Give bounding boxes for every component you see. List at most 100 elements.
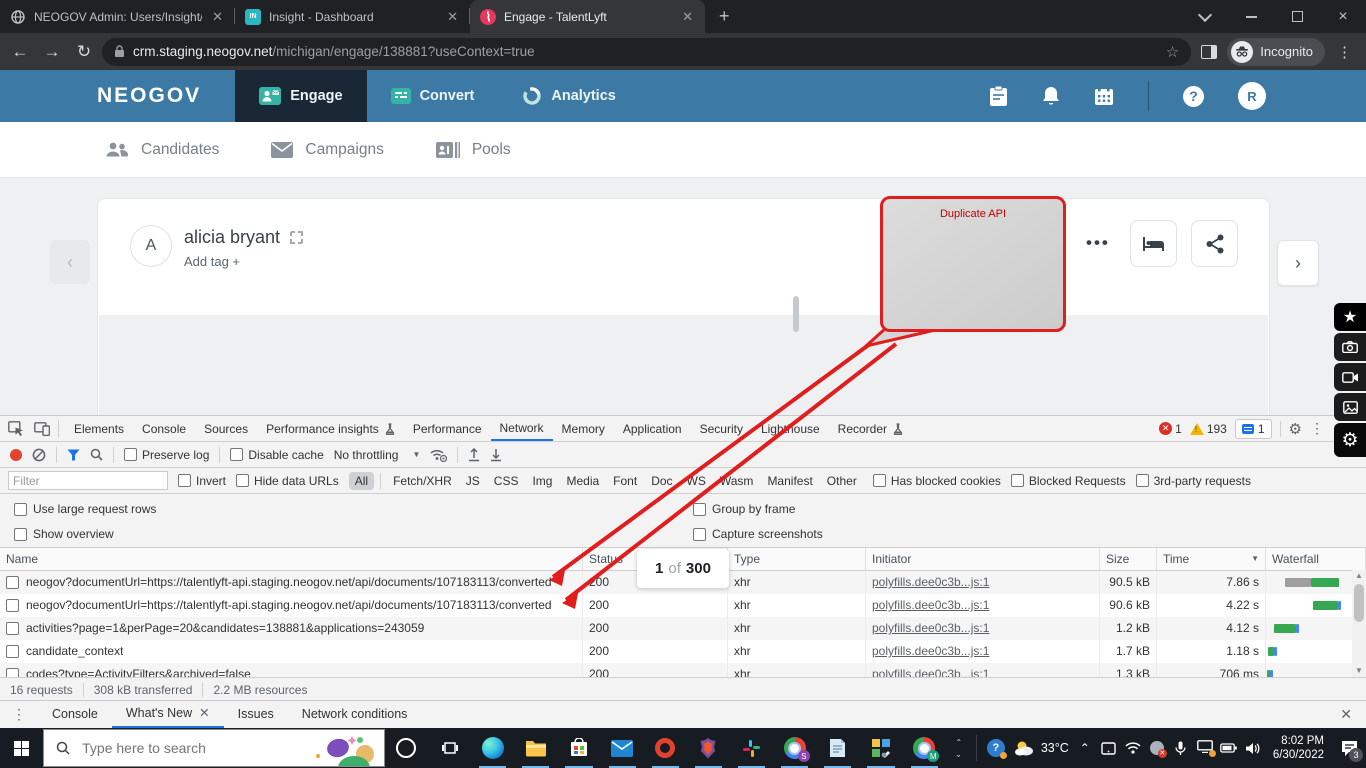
browser-tab-neogov-admin[interactable]: NEOGOV Admin: Users/Insight/P ✕ bbox=[0, 0, 235, 33]
blocked-requests-option[interactable]: Blocked Requests bbox=[1011, 474, 1126, 488]
new-tab-button[interactable]: + bbox=[705, 6, 744, 27]
camera-icon[interactable] bbox=[1334, 333, 1366, 361]
page-scrollbar-thumb[interactable] bbox=[793, 296, 799, 332]
type-filter-manifest[interactable]: Manifest bbox=[761, 472, 818, 490]
file-explorer-icon[interactable] bbox=[514, 728, 557, 768]
reload-button[interactable]: ↻ bbox=[70, 38, 98, 66]
network-request-row[interactable]: codes?type=ActivityFilters&archived=fals… bbox=[0, 663, 1366, 677]
issues-badge[interactable]: 1 bbox=[1235, 419, 1272, 439]
request-name[interactable]: activities?page=1&perPage=20&candidates=… bbox=[26, 617, 424, 640]
notepad-icon[interactable] bbox=[816, 728, 859, 768]
type-filter-font[interactable]: Font bbox=[607, 472, 643, 490]
drawer-tab-whats-new[interactable]: What's New✕ bbox=[112, 701, 224, 728]
devtools-tab-lighthouse[interactable]: Lighthouse bbox=[752, 417, 829, 441]
subnav-pools[interactable]: Pools bbox=[436, 141, 511, 159]
third-party-requests-option[interactable]: 3rd-party requests bbox=[1136, 474, 1251, 488]
invert-option[interactable]: Invert bbox=[178, 474, 226, 488]
type-filter-fetch-xhr[interactable]: Fetch/XHR bbox=[387, 472, 458, 490]
subnav-campaigns[interactable]: Campaigns bbox=[271, 141, 383, 159]
drawer-tab-network-conditions[interactable]: Network conditions bbox=[288, 701, 422, 728]
scroll-down-icon[interactable]: ▼ bbox=[1352, 665, 1366, 677]
network-conditions-icon[interactable] bbox=[430, 448, 447, 462]
devtools-settings-icon[interactable]: ⚙ bbox=[1289, 420, 1302, 438]
tasks-clipboard-icon[interactable] bbox=[989, 86, 1008, 107]
request-initiator-link[interactable]: polyfills.dee0c3b...js:1 bbox=[872, 598, 989, 612]
nav-analytics[interactable]: Analytics bbox=[498, 70, 639, 122]
screenshot-settings-gear-icon[interactable]: ⚙ bbox=[1334, 423, 1366, 457]
devtools-tab-application[interactable]: Application bbox=[614, 417, 691, 441]
preserve-log-option[interactable]: Preserve log bbox=[124, 448, 209, 462]
request-name[interactable]: neogov?documentUrl=https://talentlyft-ap… bbox=[26, 571, 552, 594]
back-button[interactable]: ← bbox=[6, 38, 34, 66]
type-filter-other[interactable]: Other bbox=[821, 472, 863, 490]
network-request-row[interactable]: activities?page=1&perPage=20&candidates=… bbox=[0, 617, 1366, 640]
tab-close-icon[interactable]: ✕ bbox=[445, 9, 460, 25]
filter-funnel-icon[interactable] bbox=[67, 449, 80, 461]
browser-tab-engage[interactable]: Engage - TalentLyft ✕ bbox=[470, 0, 705, 33]
scrollbar-thumb[interactable] bbox=[1354, 584, 1364, 622]
group-by-frame-option[interactable]: Group by frame bbox=[693, 502, 795, 516]
throttling-select[interactable]: No throttling▼ bbox=[334, 448, 421, 462]
devtools-tab-performance-insights[interactable]: Performance insights bbox=[257, 417, 404, 441]
request-row-checkbox[interactable] bbox=[6, 599, 19, 612]
bookmark-star-icon[interactable]: ☆ bbox=[1166, 43, 1179, 61]
wifi-icon[interactable] bbox=[1121, 728, 1145, 768]
taskbar-search[interactable] bbox=[43, 729, 385, 767]
screenshot-app-icon[interactable]: ★ bbox=[1334, 303, 1366, 331]
devtools-tab-network[interactable]: Network bbox=[491, 417, 553, 441]
disable-cache-checkbox[interactable] bbox=[230, 448, 243, 461]
request-name[interactable]: neogov?documentUrl=https://talentlyft-ap… bbox=[26, 594, 552, 617]
request-name[interactable]: codes?type=ActivityFilters&archived=fals… bbox=[26, 663, 251, 677]
request-row-checkbox[interactable] bbox=[6, 645, 19, 658]
share-button[interactable] bbox=[1191, 220, 1238, 267]
network-request-row[interactable]: candidate_context200xhrpolyfills.dee0c3b… bbox=[0, 640, 1366, 663]
preserve-log-checkbox[interactable] bbox=[124, 448, 137, 461]
help-icon[interactable]: ? bbox=[1183, 86, 1204, 107]
network-request-row[interactable]: neogov?documentUrl=https://talentlyft-ap… bbox=[0, 594, 1366, 617]
has-blocked-cookies-option[interactable]: Has blocked cookies bbox=[873, 474, 1001, 488]
opera-icon[interactable] bbox=[644, 728, 687, 768]
task-view-icon[interactable] bbox=[428, 728, 471, 768]
search-network-icon[interactable] bbox=[90, 448, 103, 461]
type-filter-doc[interactable]: Doc bbox=[645, 472, 678, 490]
clear-network-log-icon[interactable] bbox=[32, 448, 46, 462]
video-record-icon[interactable] bbox=[1334, 363, 1366, 391]
movemaker-tools-icon[interactable] bbox=[859, 728, 902, 768]
cortana-icon[interactable] bbox=[385, 728, 428, 768]
slack-icon[interactable] bbox=[730, 728, 773, 768]
drawer-menu-icon[interactable]: ⋮ bbox=[0, 706, 38, 723]
get-help-icon[interactable]: ? bbox=[981, 728, 1011, 768]
console-errors-badge[interactable]: ✕1 bbox=[1159, 422, 1182, 436]
column-header-initiator[interactable]: Initiator bbox=[866, 548, 1100, 570]
interview-bed-button[interactable] bbox=[1130, 220, 1177, 267]
devtools-menu-icon[interactable]: ⋮ bbox=[1310, 420, 1324, 437]
edge-icon[interactable] bbox=[471, 728, 514, 768]
search-input[interactable] bbox=[80, 739, 284, 757]
request-row-checkbox[interactable] bbox=[6, 576, 19, 589]
request-name[interactable]: candidate_context bbox=[26, 640, 123, 663]
console-warnings-badge[interactable]: 193 bbox=[1190, 422, 1227, 436]
sync-disabled-icon[interactable]: ✕ bbox=[1145, 728, 1169, 768]
devtools-tab-elements[interactable]: Elements bbox=[65, 417, 133, 441]
more-actions-icon[interactable]: ••• bbox=[1086, 233, 1110, 253]
devtools-tab-recorder[interactable]: Recorder bbox=[829, 417, 912, 441]
show-overview-checkbox[interactable] bbox=[14, 528, 27, 541]
mail-icon[interactable] bbox=[601, 728, 644, 768]
inspect-element-icon[interactable] bbox=[8, 421, 24, 436]
nav-convert[interactable]: Convert bbox=[367, 70, 499, 122]
request-row-checkbox[interactable] bbox=[6, 622, 19, 635]
close-drawer-icon[interactable]: ✕ bbox=[1340, 706, 1366, 723]
column-header-waterfall[interactable]: Waterfall bbox=[1266, 548, 1366, 570]
chrome-profile-s-icon[interactable]: S bbox=[773, 728, 816, 768]
large-rows-checkbox[interactable] bbox=[14, 503, 27, 516]
type-filter-css[interactable]: CSS bbox=[488, 472, 525, 490]
close-tab-icon[interactable]: ✕ bbox=[199, 700, 209, 727]
image-capture-icon[interactable] bbox=[1334, 393, 1366, 421]
browser-tab-insight[interactable]: IN Insight - Dashboard ✕ bbox=[235, 0, 470, 33]
notifications-bell-icon[interactable] bbox=[1042, 86, 1060, 107]
hide-data-urls-option[interactable]: Hide data URLs bbox=[236, 474, 339, 488]
tab-search-icon[interactable] bbox=[1182, 0, 1228, 33]
nav-engage[interactable]: Engage bbox=[235, 70, 366, 122]
brave-icon[interactable] bbox=[687, 728, 730, 768]
drawer-tab-issues[interactable]: Issues bbox=[224, 701, 288, 728]
